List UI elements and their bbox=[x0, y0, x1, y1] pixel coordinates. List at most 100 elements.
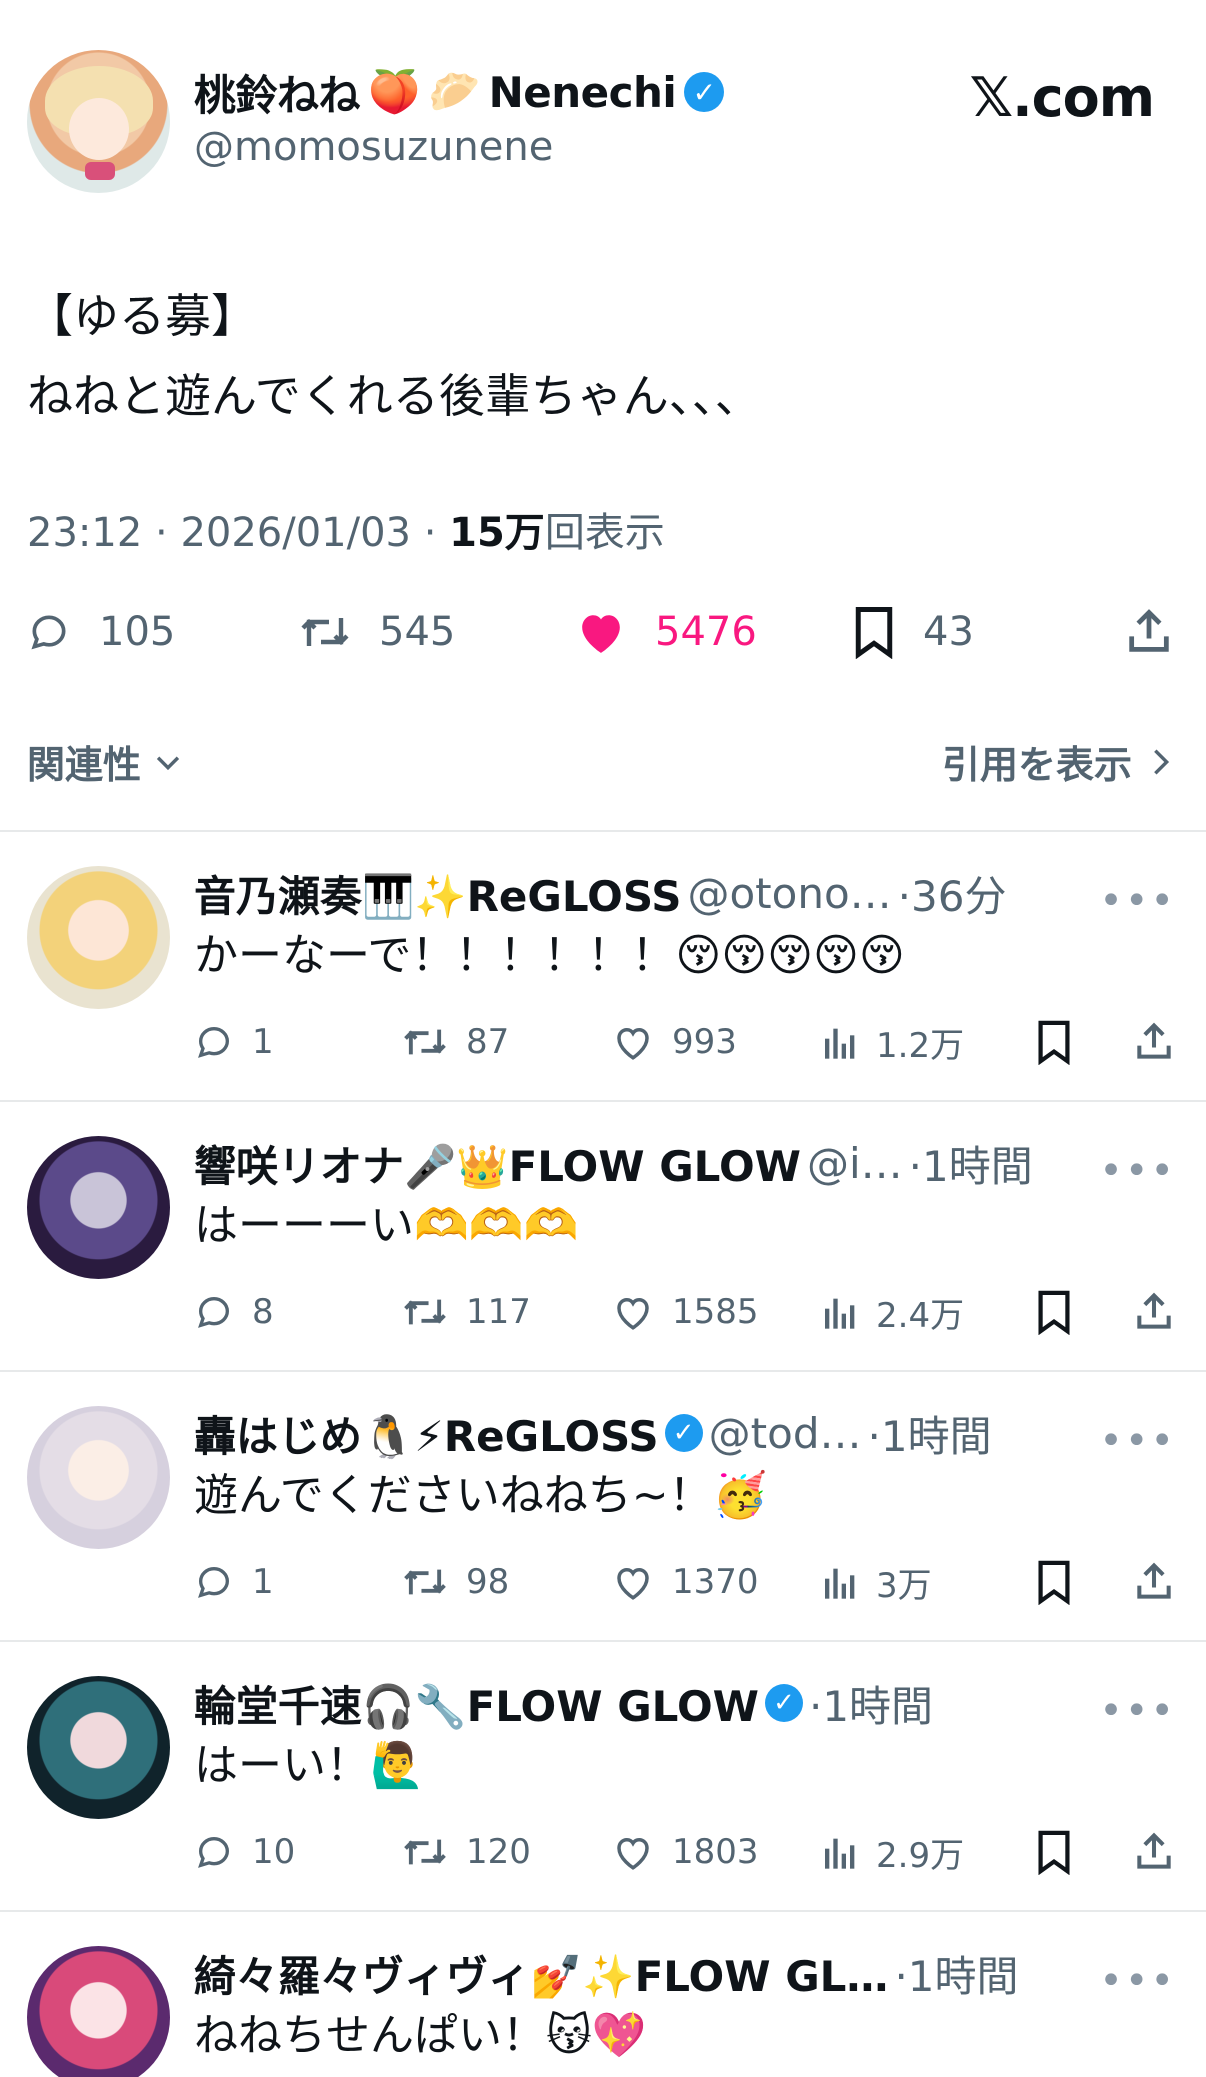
more-options-icon[interactable]: ••• bbox=[1099, 1958, 1176, 2004]
share-icon bbox=[1129, 609, 1169, 652]
reply-author-handle[interactable]: @i… bbox=[807, 1139, 903, 1188]
views-count: 15万 bbox=[449, 510, 545, 556]
reply-item[interactable]: 轟はじめ🐧⚡ReGLOSS ✓ @tod… ·1時間 ••• 遊んでくださいねね… bbox=[0, 1372, 1206, 1640]
reply-time[interactable]: ·1時間 bbox=[868, 1403, 992, 1464]
reply-text: ねねちせんぱい！😽💖 bbox=[194, 2010, 647, 2061]
reply-avatar[interactable] bbox=[27, 1676, 170, 1819]
share-button[interactable] bbox=[1123, 592, 1175, 672]
verified-badge-icon: ✓ bbox=[664, 1414, 703, 1452]
reply-retweet-button[interactable]: 120 bbox=[402, 1824, 531, 1880]
tweet-meta: 23:12 · 2026/01/03 · 15万 回表示 bbox=[27, 500, 665, 558]
like-button[interactable]: 5476 bbox=[575, 592, 757, 672]
views-chart-icon bbox=[825, 1838, 855, 1869]
views-chart-icon bbox=[825, 1568, 855, 1599]
sort-dropdown[interactable]: 関連性 bbox=[27, 734, 185, 789]
bookmark-icon bbox=[1038, 1290, 1070, 1335]
reply-author-handle[interactable]: @tod… bbox=[709, 1409, 862, 1458]
author-avatar[interactable] bbox=[27, 50, 170, 193]
reply-item[interactable]: 輪堂千速🎧🔧FLOW GLOW ✓ ·1時間 ••• はーい！🙋‍♂️ 10 1… bbox=[0, 1642, 1206, 1910]
reply-reply-button[interactable]: 10 bbox=[194, 1824, 295, 1880]
more-options-icon[interactable]: ••• bbox=[1099, 878, 1176, 924]
bookmark-count: 43 bbox=[923, 609, 974, 655]
chevron-down-icon bbox=[156, 756, 180, 770]
tweet-actions: 105 545 5476 43 bbox=[27, 592, 1182, 672]
reply-views[interactable]: 1.2万 bbox=[822, 1014, 964, 1070]
reply-author-name[interactable]: 轟はじめ🐧⚡ReGLOSS bbox=[194, 1403, 659, 1464]
reply-time[interactable]: ·1時間 bbox=[809, 1673, 933, 1734]
reply-like-button[interactable]: 1585 bbox=[612, 1284, 759, 1340]
reply-header: 輪堂千速🎧🔧FLOW GLOW ✓ ·1時間 bbox=[194, 1670, 933, 1736]
reply-text: 遊んでくださいねねち~！🥳 bbox=[194, 1470, 768, 1521]
reply-button[interactable]: 105 bbox=[27, 592, 175, 672]
reply-views[interactable]: 2.9万 bbox=[822, 1824, 964, 1880]
reply-icon bbox=[198, 1296, 230, 1328]
retweet-button[interactable]: 545 bbox=[299, 592, 455, 672]
reply-time[interactable]: ·1時間 bbox=[909, 1133, 1033, 1194]
reply-author-handle[interactable]: @otono… bbox=[687, 869, 891, 918]
reply-share-button[interactable] bbox=[1132, 1824, 1176, 1880]
reply-views[interactable]: 3万 bbox=[822, 1554, 932, 1610]
tweet-line-2: ねねと遊んでくれる後輩ちゃん、、、 bbox=[27, 369, 761, 423]
reply-share-button[interactable] bbox=[1132, 1014, 1176, 1070]
reply-author-name[interactable]: 輪堂千速🎧🔧FLOW GLOW bbox=[194, 1673, 759, 1734]
tweet-time[interactable]: 23:12 bbox=[27, 510, 142, 556]
share-icon bbox=[1137, 1022, 1171, 1059]
reply-header: 響咲リオナ🎤👑FLOW GLOW @i… ·1時間 bbox=[194, 1130, 1033, 1196]
bookmark-button[interactable]: 43 bbox=[853, 592, 974, 672]
more-options-icon[interactable]: ••• bbox=[1099, 1688, 1176, 1734]
reply-time[interactable]: ·1時間 bbox=[894, 1943, 1018, 2004]
reply-reply-button[interactable]: 1 bbox=[194, 1554, 274, 1610]
reply-retweet-button[interactable]: 87 bbox=[402, 1014, 509, 1070]
reply-share-button[interactable] bbox=[1132, 1284, 1176, 1340]
author-display-name[interactable]: 桃鈴ねね bbox=[194, 62, 361, 123]
peach-emoji: 🍑 bbox=[368, 67, 421, 116]
more-options-icon[interactable]: ••• bbox=[1099, 1148, 1176, 1194]
bookmark-icon bbox=[855, 607, 893, 659]
retweet-icon bbox=[301, 618, 349, 646]
reply-item[interactable]: 音乃瀬奏🎹✨ReGLOSS @otono… ·36分 ••• かーなーで！！！！… bbox=[0, 832, 1206, 1100]
reply-author-name[interactable]: 音乃瀬奏🎹✨ReGLOSS bbox=[194, 863, 681, 924]
reply-reply-button[interactable]: 1 bbox=[194, 1014, 274, 1070]
reply-like-button[interactable]: 1803 bbox=[612, 1824, 759, 1880]
sort-label: 関連性 bbox=[27, 743, 142, 787]
reply-avatar[interactable] bbox=[27, 1136, 170, 1279]
reply-avatar[interactable] bbox=[27, 1406, 170, 1549]
reply-actions: 1 87 993 1.2万 bbox=[194, 1014, 1174, 1070]
view-quotes-link[interactable]: 引用を表示 bbox=[942, 734, 1176, 789]
reply-time[interactable]: ·36分 bbox=[898, 863, 1007, 924]
reply-like-button[interactable]: 993 bbox=[612, 1014, 737, 1070]
reply-avatar[interactable] bbox=[27, 1946, 170, 2077]
author-name-suffix[interactable]: Nenechi bbox=[489, 68, 677, 117]
reply-bookmark-button[interactable] bbox=[1036, 1284, 1072, 1340]
heart-icon bbox=[617, 1567, 649, 1600]
retweet-icon bbox=[404, 1569, 446, 1595]
author-name-row[interactable]: 桃鈴ねね 🍑 🥟 Nenechi ✓ bbox=[194, 62, 725, 123]
views-chart-icon bbox=[825, 1298, 855, 1329]
verified-badge-icon: ✓ bbox=[764, 1684, 803, 1722]
reply-header: 音乃瀬奏🎹✨ReGLOSS @otono… ·36分 bbox=[194, 860, 1006, 926]
reply-item[interactable]: 響咲リオナ🎤👑FLOW GLOW @i… ·1時間 ••• はーーーい🫶🫶🫶 8… bbox=[0, 1102, 1206, 1370]
like-count: 5476 bbox=[655, 609, 757, 655]
reply-bookmark-button[interactable] bbox=[1036, 1554, 1072, 1610]
reply-retweet-button[interactable]: 98 bbox=[402, 1554, 509, 1610]
reply-views[interactable]: 2.4万 bbox=[822, 1284, 964, 1340]
reply-icon bbox=[198, 1836, 230, 1868]
reply-retweet-button[interactable]: 117 bbox=[402, 1284, 531, 1340]
more-options-icon[interactable]: ••• bbox=[1099, 1418, 1176, 1464]
reply-author-name[interactable]: 響咲リオナ🎤👑FLOW GLOW bbox=[194, 1133, 801, 1194]
bookmark-icon bbox=[1038, 1560, 1070, 1605]
reply-bookmark-button[interactable] bbox=[1036, 1014, 1072, 1070]
reply-item[interactable]: 綺々羅々ヴィヴィ💅✨FLOW GL… ·1時間 ••• ねねちせんぱい！😽💖 bbox=[0, 1912, 1206, 2077]
reply-avatar[interactable] bbox=[27, 866, 170, 1009]
reply-share-button[interactable] bbox=[1132, 1554, 1176, 1610]
reply-bookmark-button[interactable] bbox=[1036, 1824, 1072, 1880]
reply-like-button[interactable]: 1370 bbox=[612, 1554, 759, 1610]
heart-icon bbox=[617, 1027, 649, 1060]
reply-header: 綺々羅々ヴィヴィ💅✨FLOW GL… ·1時間 bbox=[194, 1940, 1019, 2006]
share-icon bbox=[1137, 1832, 1171, 1869]
author-handle[interactable]: @momosuzunene bbox=[194, 124, 553, 170]
retweet-icon bbox=[404, 1299, 446, 1325]
reply-reply-button[interactable]: 8 bbox=[194, 1284, 274, 1340]
reply-author-name[interactable]: 綺々羅々ヴィヴィ💅✨FLOW GL… bbox=[194, 1943, 888, 2004]
tweet-date[interactable]: 2026/01/03 bbox=[180, 510, 411, 556]
